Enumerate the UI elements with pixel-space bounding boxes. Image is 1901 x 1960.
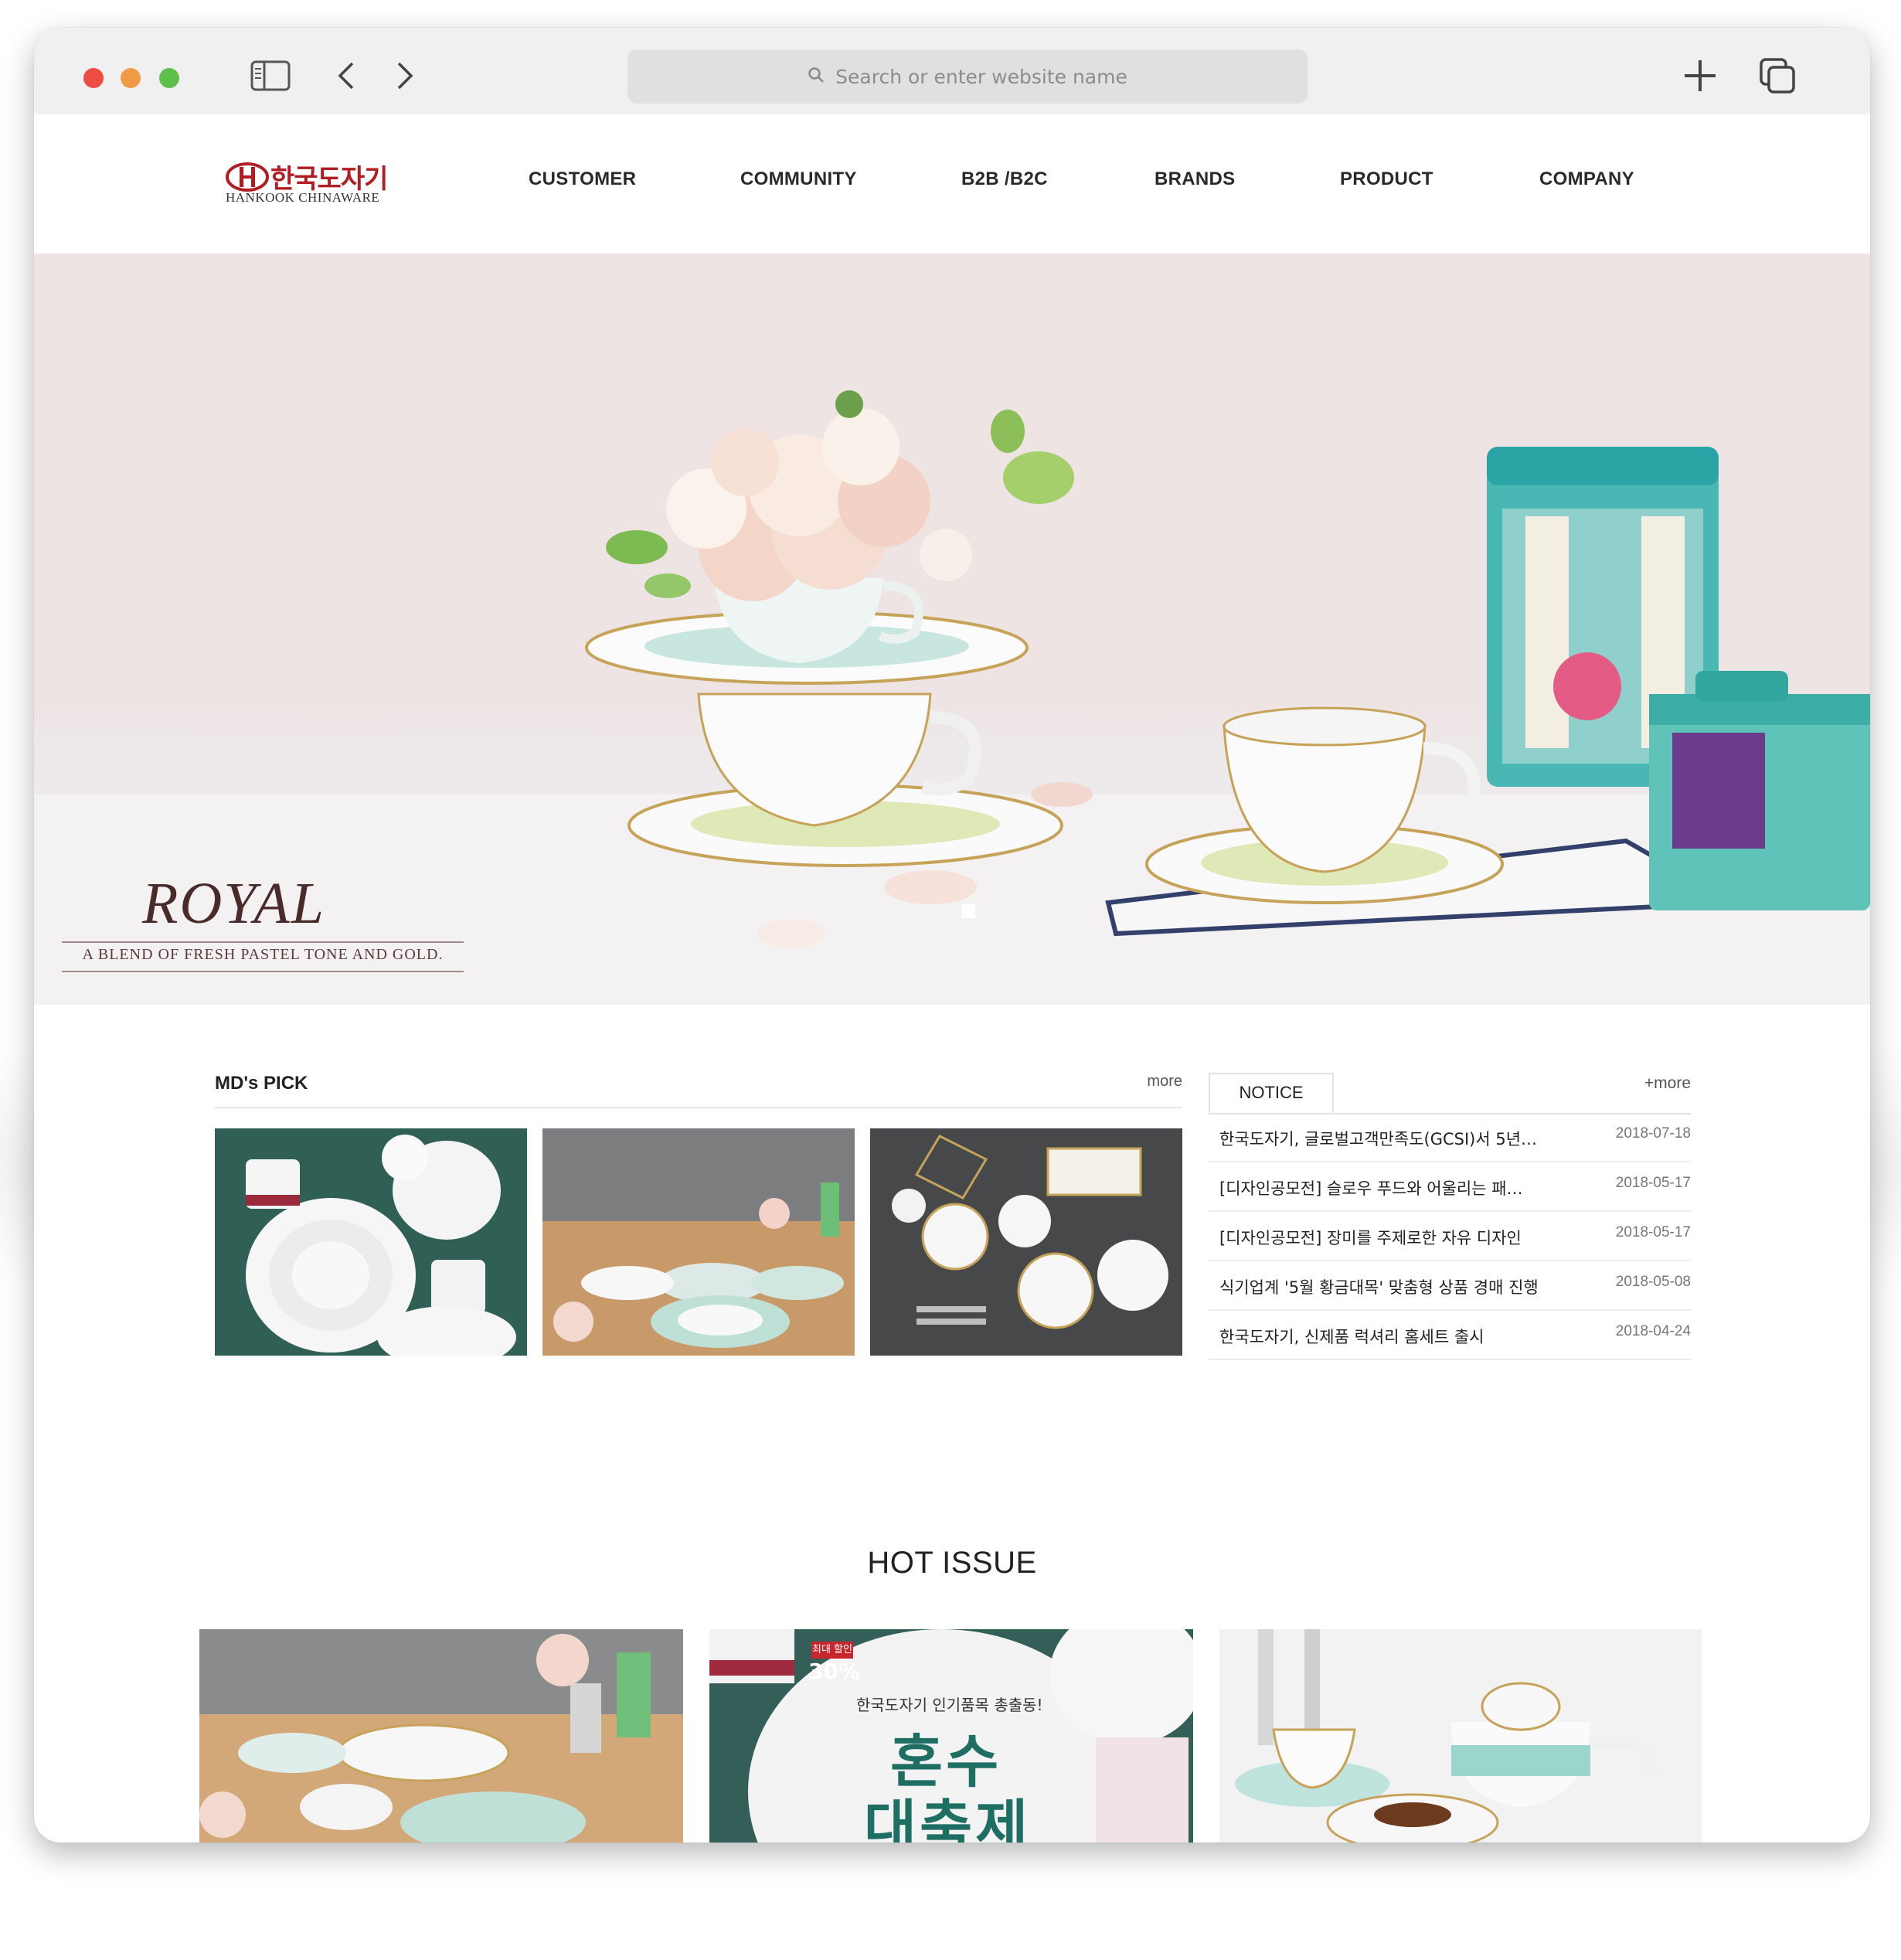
notice-list-item[interactable]: 한국도자기, 글로벌고객만족도(GCSI)서 5년… 2018-07-18 (1209, 1113, 1691, 1162)
promo-headline: 한국도자기 인기품목 총출동! (856, 1696, 1043, 1714)
notice-tab-bar: NOTICE +more (1209, 1073, 1691, 1114)
tableware-photo (199, 1629, 683, 1843)
browser-toolbar: Search or enter website name (34, 28, 1870, 114)
tab-overview-icon[interactable] (1756, 58, 1799, 94)
notice-title[interactable]: 한국도자기, 글로벌고객만족도(GCSI)서 5년… (1219, 1127, 1537, 1150)
search-icon (808, 66, 825, 88)
sidebar-toggle-icon[interactable] (249, 59, 292, 93)
notice-list-item[interactable]: 식기업계 '5월 황금대목' 맞춤형 상품 경매 진행 2018-05-08 (1209, 1261, 1691, 1311)
logo-mark-icon (226, 162, 269, 192)
promo-title-line2: 대축제 (864, 1794, 1032, 1843)
hot-issue-card[interactable]: 최대 할인 30% 한국도자기 인기품목 총출동! 혼수 대축제 (709, 1629, 1193, 1843)
notice-date: 2018-05-08 (1615, 1274, 1691, 1290)
notice-section: NOTICE +more 한국도자기, 글로벌고객만족도(GCSI)서 5년… … (1209, 1073, 1691, 1360)
mds-pick-item[interactable] (870, 1128, 1182, 1356)
mds-pick-title: MD's PICK (215, 1073, 308, 1094)
mds-pick-grid (215, 1128, 1182, 1357)
notice-list-item[interactable]: [디자인공모전] 슬로우 푸드와 어울리는 패… 2018-05-17 (1209, 1162, 1691, 1212)
forward-icon[interactable] (389, 59, 420, 93)
nav-community[interactable]: COMMUNITY (740, 168, 857, 190)
tableware-photo (1219, 1629, 1702, 1843)
nav-customer[interactable]: CUSTOMER (529, 168, 636, 190)
mds-pick-header: MD's PICK more (215, 1063, 1182, 1108)
nav-b2b-b2c[interactable]: B2B /B2C (961, 168, 1048, 190)
tableware-photo (542, 1128, 855, 1356)
mds-pick-item[interactable] (542, 1128, 855, 1356)
notice-title[interactable]: 식기업계 '5월 황금대목' 맞춤형 상품 경매 진행 (1219, 1275, 1539, 1298)
hot-issue-title: HOT ISSUE (867, 1546, 1037, 1580)
notice-title[interactable]: 한국도자기, 신제품 럭셔리 홈세트 출시 (1219, 1325, 1484, 1348)
address-placeholder: Search or enter website name (835, 65, 1127, 88)
mds-pick-item[interactable] (215, 1128, 527, 1356)
notice-title[interactable]: [디자인공모전] 슬로우 푸드와 어울리는 패… (1219, 1176, 1523, 1199)
maximize-window-button[interactable] (159, 68, 179, 88)
notice-date: 2018-05-17 (1615, 1175, 1691, 1191)
notice-date: 2018-05-17 (1615, 1224, 1691, 1240)
notice-list: 한국도자기, 글로벌고객만족도(GCSI)서 5년… 2018-07-18 [디… (1209, 1113, 1691, 1360)
hero-title: ROYAL (142, 871, 325, 936)
mds-pick-section: MD's PICK more (215, 1063, 1182, 1356)
hero-subtitle: A BLEND OF FRESH PASTEL TONE AND GOLD. (82, 946, 444, 963)
hero-subtitle-frame: A BLEND OF FRESH PASTEL TONE AND GOLD. (62, 941, 464, 972)
back-icon[interactable] (331, 59, 362, 93)
new-tab-icon[interactable] (1678, 59, 1722, 93)
notice-list-item[interactable]: [디자인공모전] 장미를 주제로한 자유 디자인 2018-05-17 (1209, 1212, 1691, 1261)
browser-window: Search or enter website name 한국도자기 HANKO… (34, 28, 1870, 1843)
mds-pick-more-link[interactable]: more (1147, 1073, 1182, 1091)
hot-issue-card[interactable] (1219, 1629, 1702, 1843)
nav-product[interactable]: PRODUCT (1340, 168, 1433, 190)
notice-title[interactable]: [디자인공모전] 장미를 주제로한 자유 디자인 (1219, 1226, 1522, 1249)
notice-list-item[interactable]: 한국도자기, 신제품 럭셔리 홈세트 출시 2018-04-24 (1209, 1311, 1691, 1360)
hero-banner[interactable]: ROYAL A BLEND OF FRESH PASTEL TONE AND G… (34, 254, 1870, 1005)
nav-company[interactable]: COMPANY (1539, 168, 1634, 190)
notice-more-link[interactable]: +more (1644, 1074, 1691, 1093)
nav-brands[interactable]: BRANDS (1155, 168, 1235, 190)
logo-english-text: HANKOOK CHINAWARE (226, 190, 380, 205)
address-bar[interactable]: Search or enter website name (627, 49, 1308, 104)
hot-issue-card[interactable] (199, 1629, 683, 1843)
site-logo[interactable]: 한국도자기 HANKOOK CHINAWARE (226, 161, 403, 205)
discount-badge-percent: 30% (808, 1659, 861, 1684)
notice-date: 2018-07-18 (1615, 1125, 1691, 1142)
tableware-photo (870, 1128, 1182, 1356)
minimize-window-button[interactable] (121, 68, 141, 88)
tableware-photo (215, 1128, 527, 1356)
tab-notice[interactable]: NOTICE (1209, 1073, 1334, 1113)
notice-date: 2018-04-24 (1615, 1323, 1691, 1339)
discount-badge-label: 최대 할인 (811, 1642, 853, 1659)
close-window-button[interactable] (83, 68, 104, 88)
slide-indicator[interactable] (961, 904, 975, 918)
